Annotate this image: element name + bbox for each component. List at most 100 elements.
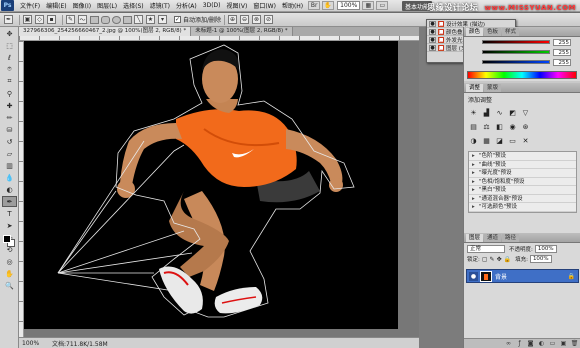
hue-saturation-icon[interactable]: ▤ <box>468 122 479 132</box>
brightness-icon[interactable]: ☀ <box>468 108 479 118</box>
rectangle-icon[interactable] <box>90 15 99 24</box>
levels-icon[interactable]: ▟ <box>481 108 492 118</box>
screen-mode-icon[interactable]: ▭ <box>376 1 389 10</box>
line-icon[interactable]: ╲ <box>134 15 143 24</box>
eye-icon[interactable]: ● <box>429 20 436 27</box>
list-item[interactable]: ▸ "曝光度"预设 <box>469 169 576 178</box>
layer-row[interactable]: ● 背景 🔒 <box>466 269 579 283</box>
eye-icon[interactable]: ● <box>429 44 436 51</box>
opacity-input[interactable]: 100% <box>534 245 557 253</box>
doc-tab-photo[interactable]: 327966306_254256660467_2.jpg @ 100%(图层 2… <box>19 27 192 36</box>
geometry-options-icon[interactable]: ▾ <box>158 15 167 24</box>
tab-layers[interactable]: 图层 <box>466 234 484 242</box>
style-checkbox[interactable]: □ <box>438 44 444 51</box>
list-item[interactable]: ▸ "色相/饱和度"预设 <box>469 178 576 186</box>
add-to-path-icon[interactable]: ⊕ <box>228 15 238 24</box>
slider-value-r[interactable]: 255 <box>553 38 571 46</box>
custom-shape-icon[interactable]: ★ <box>146 15 155 24</box>
move-tool-icon[interactable]: ✥ <box>2 28 17 39</box>
zoom-tool-icon[interactable]: 🔍 <box>2 280 17 291</box>
list-item[interactable]: ▸ "色阶"预设 <box>469 152 576 161</box>
color-spectrum-bar[interactable] <box>467 71 577 79</box>
lock-pixels-icon[interactable]: ▢ <box>482 256 488 263</box>
exclude-overlap-icon[interactable]: ⊘ <box>264 15 274 24</box>
slider-value-b[interactable]: 255 <box>553 58 571 66</box>
slider-track-g[interactable] <box>482 50 550 54</box>
style-checkbox[interactable]: □ <box>438 20 444 27</box>
black-white-icon[interactable]: ◧ <box>494 122 505 132</box>
pen-tool-preset-icon[interactable]: ✒ <box>4 15 13 24</box>
menu-image[interactable]: 图像(I) <box>70 1 94 10</box>
quick-select-tool-icon[interactable]: ⌾ <box>2 64 17 75</box>
slider-track-b[interactable] <box>482 60 550 64</box>
hand-tool-icon[interactable]: ✋ <box>2 268 17 279</box>
doc-tab-untitled[interactable]: 未标题-1 @ 100%(图层 2, RGB/8) * <box>191 27 293 36</box>
auto-add-delete-checkbox[interactable]: ✓ <box>174 16 181 23</box>
arrange-documents-icon[interactable]: ▦ <box>362 1 375 10</box>
tab-paths[interactable]: 路径 <box>502 234 520 242</box>
clone-stamp-tool-icon[interactable]: ⛁ <box>2 124 17 135</box>
bridge-icon[interactable]: Br <box>308 1 321 10</box>
tab-masks[interactable]: 蒙版 <box>484 84 502 92</box>
posterize-icon[interactable]: ▦ <box>481 136 492 146</box>
list-item[interactable]: ▸ "曲线"预设 <box>469 161 576 169</box>
menu-layer[interactable]: 图层(L) <box>94 1 120 10</box>
photo-filter-icon[interactable]: ◉ <box>507 122 518 132</box>
menu-analysis[interactable]: 分析(A) <box>173 1 200 10</box>
image-canvas[interactable] <box>24 41 398 329</box>
eye-icon[interactable]: ● <box>429 28 436 35</box>
eraser-tool-icon[interactable]: ▱ <box>2 148 17 159</box>
menu-filter[interactable]: 滤镜(T) <box>147 1 173 10</box>
blur-tool-icon[interactable]: 💧 <box>2 172 17 183</box>
history-brush-tool-icon[interactable]: ↺ <box>2 136 17 147</box>
menu-select[interactable]: 选择(S) <box>120 1 147 10</box>
threshold-icon[interactable]: ◪ <box>494 136 505 146</box>
exposure-icon[interactable]: ◩ <box>507 108 518 118</box>
tab-adjustments[interactable]: 调整 <box>466 84 484 92</box>
marquee-tool-icon[interactable]: ⬚ <box>2 40 17 51</box>
trash-icon[interactable]: 🗑 <box>570 340 579 347</box>
list-item[interactable]: ▸ "通道混合器"预设 <box>469 195 576 203</box>
eyedropper-tool-icon[interactable]: ⚲ <box>2 88 17 99</box>
menu-window[interactable]: 窗口(W) <box>250 1 279 10</box>
menu-view[interactable]: 视图(V) <box>224 1 251 10</box>
paths-mode-icon[interactable]: ◇ <box>35 15 44 24</box>
add-mask-icon[interactable]: ◙ <box>526 340 535 347</box>
eye-icon[interactable]: ● <box>429 36 436 43</box>
slider-value-g[interactable]: 255 <box>553 48 571 56</box>
tab-color[interactable]: 颜色 <box>466 28 484 36</box>
vibrance-icon[interactable]: ▽ <box>520 108 531 118</box>
list-item[interactable]: ▸ "黑白"预设 <box>469 186 576 195</box>
lock-brush-icon[interactable]: ✎ <box>490 256 495 263</box>
3d-camera-tool-icon[interactable]: ◎ <box>2 256 17 267</box>
pen-tool-icon[interactable]: ✒ <box>2 196 17 207</box>
blend-mode-select[interactable]: 正常 <box>467 245 505 253</box>
channel-mixer-icon[interactable]: ⊛ <box>520 122 531 132</box>
healing-brush-tool-icon[interactable]: ✚ <box>2 100 17 111</box>
slider-track-r[interactable] <box>482 40 550 44</box>
list-item[interactable]: ▸ "可选颜色"预设 <box>469 203 576 212</box>
fill-pixels-icon[interactable]: ▪ <box>47 15 56 24</box>
color-balance-icon[interactable]: ⚖ <box>481 122 492 132</box>
tab-styles[interactable]: 样式 <box>502 28 520 36</box>
layer-name[interactable]: 背景 <box>495 272 507 281</box>
menu-edit[interactable]: 编辑(E) <box>43 1 69 10</box>
hand-mini-icon[interactable]: ✋ <box>322 1 335 10</box>
lock-move-icon[interactable]: ✥ <box>497 256 502 263</box>
dodge-tool-icon[interactable]: ◐ <box>2 184 17 195</box>
selective-color-icon[interactable]: ✕ <box>520 136 531 146</box>
style-checkbox[interactable]: □ <box>438 36 444 43</box>
slider-r[interactable]: 255 <box>464 37 580 47</box>
menu-3d[interactable]: 3D(D) <box>200 2 224 9</box>
adjustment-layer-icon[interactable]: ◐ <box>537 340 546 347</box>
tab-channels[interactable]: 通道 <box>484 234 502 242</box>
slider-b[interactable]: 255 <box>464 57 580 67</box>
gradient-tool-icon[interactable]: ▥ <box>2 160 17 171</box>
menu-help[interactable]: 帮助(H) <box>279 1 306 10</box>
style-checkbox[interactable]: □ <box>438 28 444 35</box>
curves-icon[interactable]: ∿ <box>494 108 505 118</box>
new-group-icon[interactable]: ▭ <box>548 340 557 347</box>
lasso-tool-icon[interactable]: ℓ <box>2 52 17 63</box>
ellipse-icon[interactable] <box>112 15 121 24</box>
foreground-color-swatch[interactable] <box>3 235 11 243</box>
